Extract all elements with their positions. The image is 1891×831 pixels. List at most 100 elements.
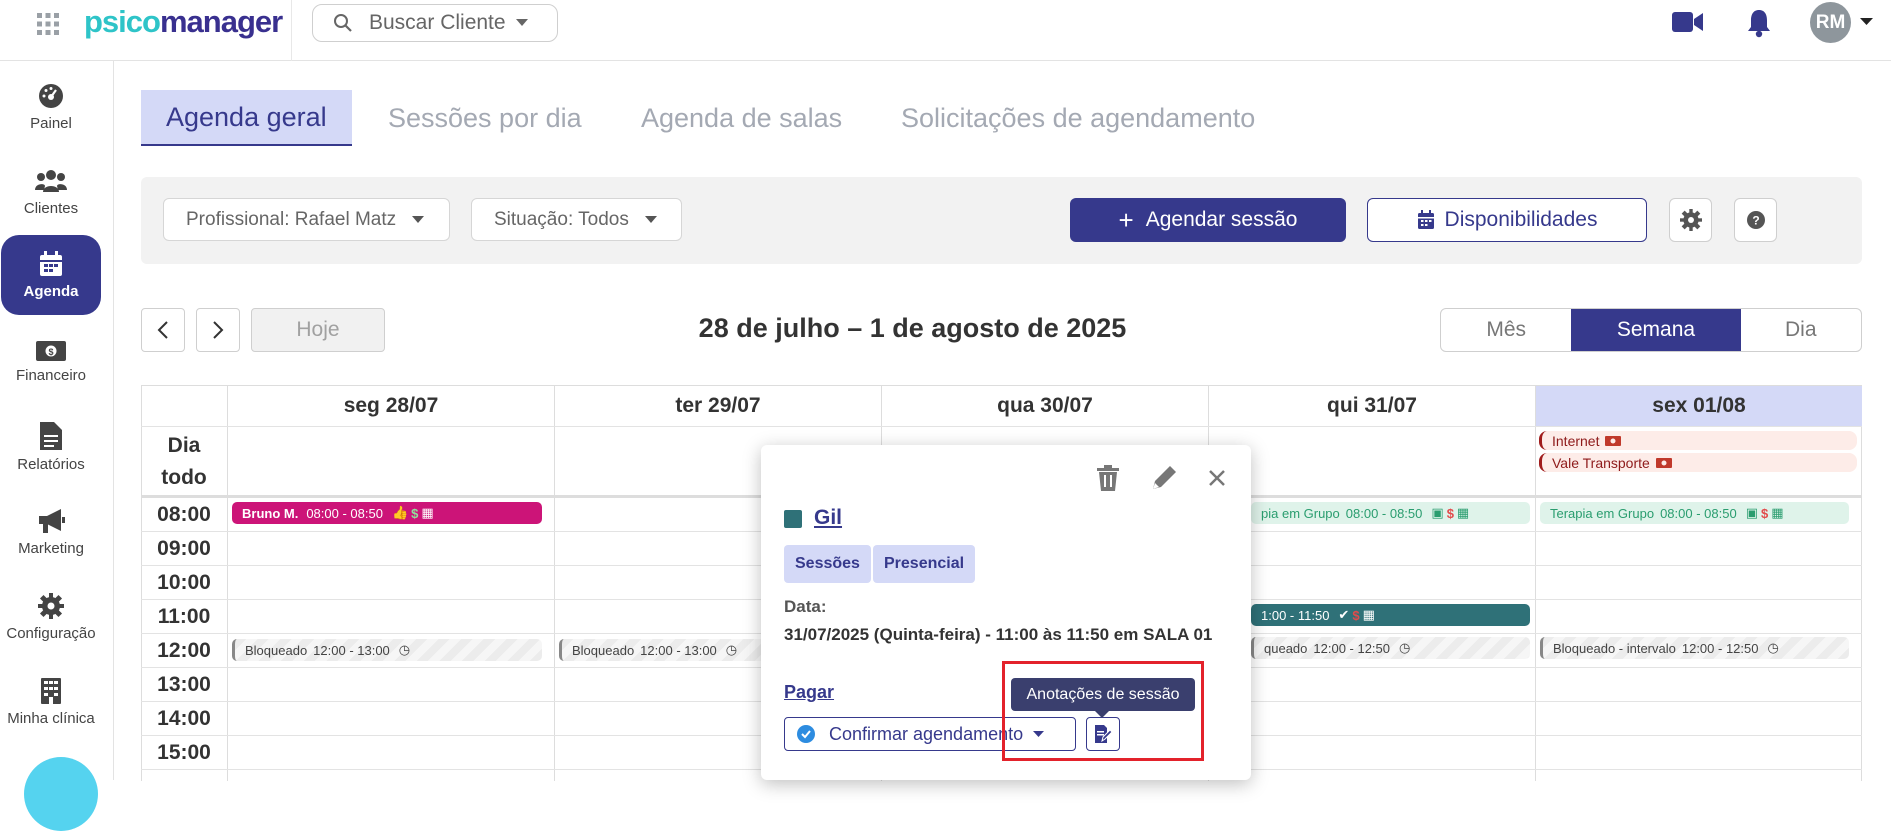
sidebar-item-label: Minha clínica (7, 709, 95, 727)
client-name-link[interactable]: Gil (814, 506, 842, 530)
event-title: Bloqueado - intervalo (1553, 640, 1676, 656)
money-icon (1655, 457, 1672, 468)
date-text: 31/07/2025 (Quinta-feira) - 11:00 às 11:… (784, 625, 1213, 644)
thumbs-up-icon: 👍 (391, 505, 409, 520)
pencil-icon[interactable] (1151, 465, 1177, 491)
calendar-icon: ▣ (1745, 505, 1758, 520)
event-blocked[interactable]: Bloqueado 12:00 - 13:00 ◷ (232, 639, 542, 661)
day-header[interactable]: qui 31/07 (1208, 386, 1535, 426)
user-avatar[interactable]: RM (1810, 2, 1851, 43)
allday-event[interactable]: Vale Transporte (1539, 453, 1857, 472)
event-time: 08:00 - 08:50 (306, 505, 383, 521)
sidebar-item-relatorios[interactable]: Relatórios (0, 407, 102, 487)
pay-link[interactable]: Pagar (784, 682, 834, 703)
sidebar-item-financeiro[interactable]: $ Financeiro (0, 322, 102, 402)
allday-event[interactable]: Internet (1539, 431, 1857, 450)
event-blocked[interactable]: Bloqueado 12:00 - 13:00 ◷ (559, 639, 769, 661)
grid-line (554, 386, 555, 781)
tag-presencial: Presencial (873, 545, 976, 583)
caret-down-icon (644, 215, 657, 224)
grid-line (1861, 386, 1862, 781)
trash-icon[interactable] (1096, 465, 1120, 491)
logo-text-part2: manager (159, 4, 283, 39)
day-header[interactable]: ter 29/07 (554, 386, 881, 426)
today-button[interactable]: Hoje (251, 308, 385, 352)
allday-label-line2: todo (161, 466, 207, 489)
search-client-select[interactable]: Buscar Cliente (312, 4, 558, 42)
schedule-session-button[interactable]: + Agendar sessão (1070, 198, 1346, 242)
event-time: 12:00 - 12:50 (1681, 640, 1759, 656)
event-group-therapy[interactable]: Terapia em Grupo 08:00 - 08:50 ▣ $ ▦ (1540, 502, 1849, 524)
close-icon[interactable] (1208, 469, 1226, 487)
tab-sessoes-por-dia[interactable]: Sessões por dia (363, 90, 607, 146)
calendar-icon (39, 250, 63, 277)
availability-label: Disponibilidades (1444, 208, 1598, 231)
bell-icon[interactable] (1746, 8, 1772, 38)
day-header-today[interactable]: sex 01/08 (1535, 386, 1862, 426)
hour-label: 10:00 (157, 571, 211, 594)
professional-select[interactable]: Profissional: Rafael Matz (163, 198, 450, 241)
video-camera-icon[interactable] (1672, 10, 1704, 34)
event-time: 1:00 - 11:50 (1261, 607, 1330, 623)
sidebar-item-agenda[interactable]: Agenda (1, 235, 101, 315)
day-header[interactable]: qua 30/07 (881, 386, 1208, 426)
view-month-button[interactable]: Mês (1441, 309, 1571, 351)
view-day-button[interactable]: Dia (1741, 309, 1861, 351)
app-logo[interactable]: psicomanager (84, 4, 283, 40)
hour-label: 15:00 (157, 741, 211, 764)
sidebar-item-label: Configuração (6, 624, 96, 642)
prev-week-button[interactable] (141, 308, 185, 352)
money-icon (1605, 435, 1622, 446)
sidebar-item-painel[interactable]: Painel (0, 67, 102, 147)
sidebar-item-minha-clinica[interactable]: Minha clínica (0, 662, 102, 742)
check-circle-icon (797, 725, 815, 743)
view-switch: Mês Semana Dia (1440, 308, 1862, 352)
settings-button[interactable] (1669, 198, 1712, 242)
tab-solicitacoes[interactable]: Solicitações de agendamento (876, 90, 1280, 146)
svg-text:?: ? (1752, 214, 1759, 228)
day-header[interactable]: seg 28/07 (227, 386, 554, 426)
sidebar-item-marketing[interactable]: Marketing (0, 492, 102, 572)
grid-line (141, 426, 1862, 427)
event-bruno[interactable]: Bruno M. 08:00 - 08:50 👍 $ ▦ (232, 502, 542, 524)
calendar-title: 28 de julho – 1 de agosto de 2025 (698, 313, 1127, 343)
hour-label: 13:00 (157, 673, 211, 696)
sidebar-item-clientes[interactable]: Clientes (0, 152, 102, 232)
clock-icon: ◷ (1399, 640, 1411, 655)
event-blocked[interactable]: queado 12:00 - 12:50 ◷ (1251, 637, 1530, 659)
sidebar-item-label: Painel (30, 114, 72, 132)
availability-button[interactable]: Disponibilidades (1367, 198, 1647, 242)
event-color-swatch (784, 510, 802, 528)
sidebar-item-configuracao[interactable]: Configuração (0, 577, 102, 657)
event-gil[interactable]: 1:00 - 11:50 ✔ $ ▦ (1251, 604, 1530, 626)
caret-down-icon[interactable] (1860, 18, 1873, 26)
event-client-name: Bruno M. (242, 505, 299, 521)
hour-label: 14:00 (157, 707, 211, 730)
tab-agenda-de-salas[interactable]: Agenda de salas (616, 90, 867, 146)
highlight-box (1002, 661, 1204, 761)
chevron-right-icon (212, 320, 224, 340)
allday-label: Dia todo (141, 430, 227, 494)
sidebar-item-label: Clientes (23, 199, 79, 217)
gear-icon (38, 592, 64, 619)
status-select[interactable]: Situação: Todos (471, 198, 682, 241)
help-chat-button[interactable] (24, 757, 98, 831)
help-button[interactable]: ? (1734, 198, 1777, 242)
building-icon: ▦ (1771, 505, 1784, 520)
grid-line (227, 386, 228, 781)
event-time: 08:00 - 08:50 (1660, 505, 1737, 521)
event-blocked[interactable]: Bloqueado - intervalo 12:00 - 12:50 ◷ (1540, 637, 1849, 659)
hour-label: 11:00 (157, 605, 211, 628)
view-week-button[interactable]: Semana (1571, 309, 1741, 351)
dashboard-icon (38, 83, 64, 109)
event-group-therapy[interactable]: pia em Grupo 08:00 - 08:50 ▣ $ ▦ (1251, 502, 1530, 524)
tab-agenda-geral[interactable]: Agenda geral (141, 90, 352, 146)
next-week-button[interactable] (196, 308, 240, 352)
sidebar-item-label: Relatórios (17, 455, 85, 473)
svg-text:$: $ (48, 347, 53, 357)
event-title: pia em Grupo (1261, 505, 1340, 521)
megaphone-icon (37, 508, 65, 534)
date-label: Data: (784, 597, 827, 616)
event-title: queado (1264, 640, 1308, 656)
apps-grid-icon[interactable] (36, 12, 60, 36)
